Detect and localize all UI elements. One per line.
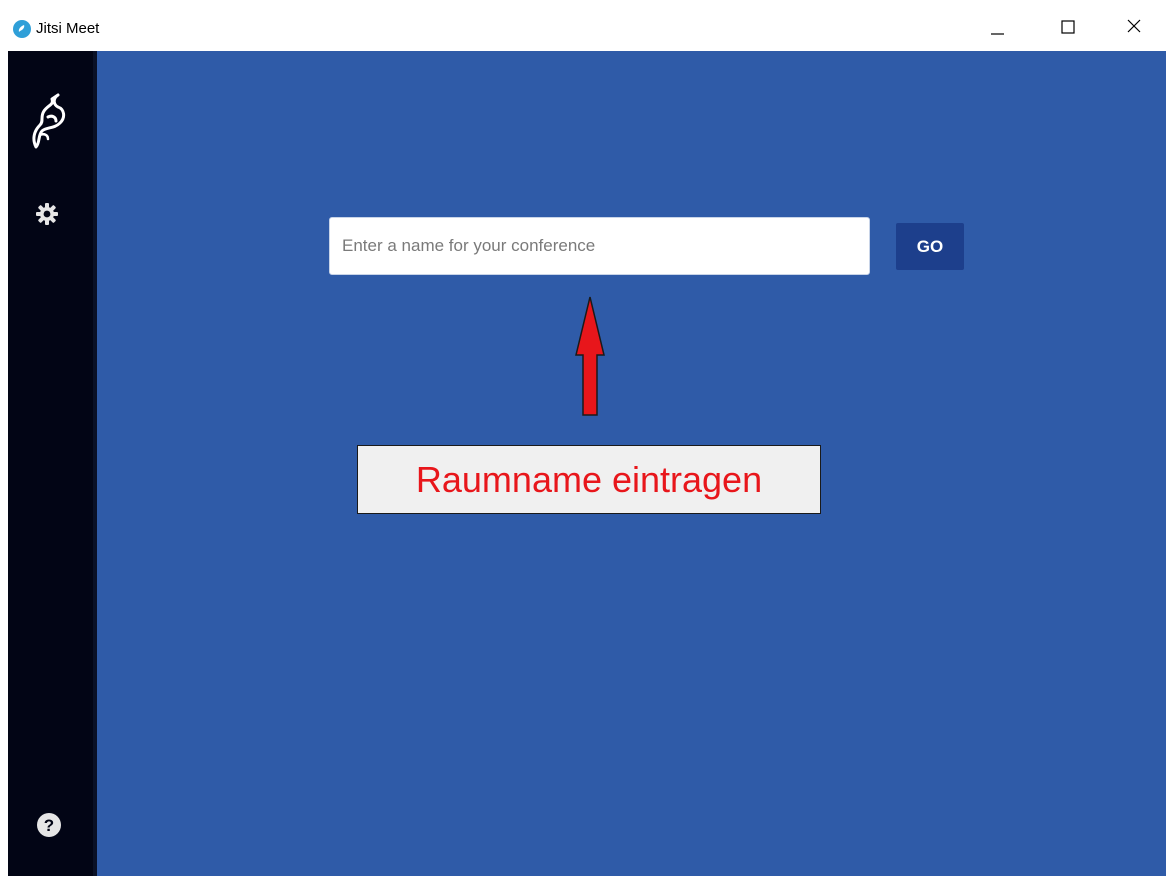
close-icon	[1127, 19, 1141, 33]
annotation-callout: Raumname eintragen	[357, 445, 821, 514]
help-icon: ?	[37, 813, 61, 837]
welcome-page: GO Raumname eintragen	[97, 51, 1166, 876]
jitsi-logo-icon	[13, 20, 31, 38]
annotation-text: Raumname eintragen	[415, 458, 763, 500]
maximize-button[interactable]	[1045, 8, 1091, 46]
jitsi-logo-icon[interactable]	[28, 91, 72, 151]
svg-text:?: ?	[44, 816, 54, 835]
minimize-icon	[991, 33, 1004, 35]
settings-button[interactable]	[36, 203, 58, 225]
window-title: Jitsi Meet	[36, 20, 100, 37]
app-window: Jitsi Meet ? Enter a name for your confe…	[0, 0, 1166, 876]
sidebar: ?	[8, 51, 97, 876]
window-left-border	[0, 51, 8, 876]
arrow-up-icon	[575, 296, 605, 416]
gear-icon	[36, 203, 58, 225]
help-button[interactable]: ?	[36, 812, 62, 838]
maximize-icon	[1061, 20, 1075, 34]
go-button[interactable]: GO	[896, 223, 964, 270]
minimize-button[interactable]	[979, 8, 1025, 46]
title-bar[interactable]: Jitsi Meet	[0, 0, 1166, 51]
conference-name-input[interactable]	[329, 217, 870, 275]
close-button[interactable]	[1111, 8, 1157, 46]
